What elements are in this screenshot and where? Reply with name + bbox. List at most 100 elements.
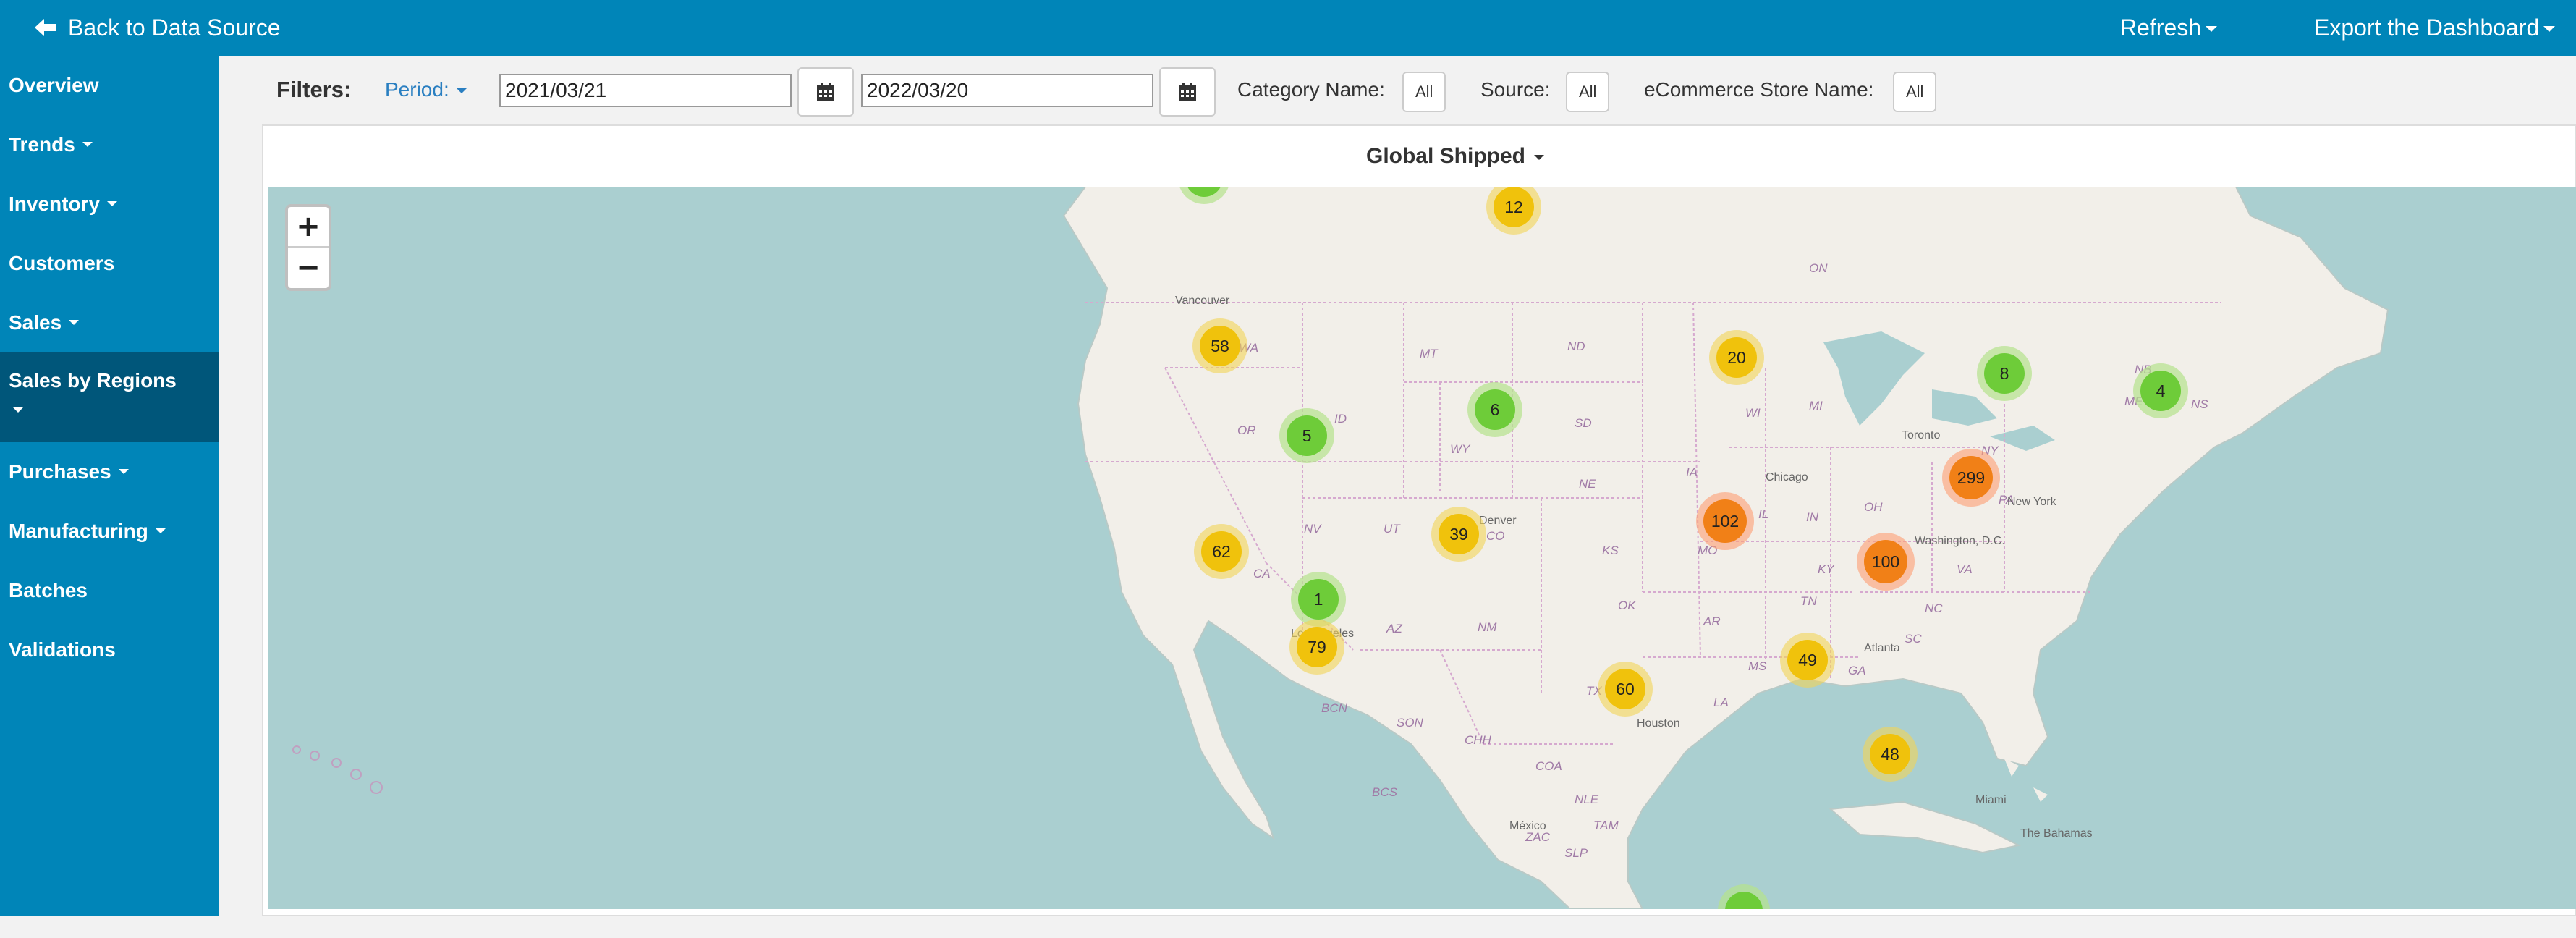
region-label: OH xyxy=(1864,500,1883,514)
city-label: Houston xyxy=(1637,717,1680,730)
global-shipped-dropdown[interactable]: Global Shipped xyxy=(263,126,2575,187)
city-label: Washington, D.C. xyxy=(1915,535,2005,547)
chevron-down-icon xyxy=(2206,26,2218,32)
sidebar-item-sales-by-regions[interactable]: Sales by Regions xyxy=(0,352,219,442)
cluster-marker[interactable]: 6 xyxy=(1467,382,1522,437)
back-to-data-source-link[interactable]: Back to Data Source xyxy=(33,10,280,45)
cluster-count: 8 xyxy=(2000,364,2009,383)
start-date-input[interactable] xyxy=(499,74,792,107)
cluster-marker[interactable]: 60 xyxy=(1598,662,1653,717)
sidebar-item-overview[interactable]: Overview xyxy=(0,56,219,115)
cluster-marker[interactable]: 1 xyxy=(1291,572,1346,627)
region-label: CA xyxy=(1253,567,1271,580)
zoom-out-button[interactable]: − xyxy=(288,248,329,288)
sidebar-item-manufacturing[interactable]: Manufacturing xyxy=(0,502,219,561)
map-canvas[interactable]: ON MT ND WY SD OR ID NV UT NE IA MI WI C… xyxy=(268,187,2576,909)
sidebar-item-validations[interactable]: Validations xyxy=(0,620,219,680)
region-label: WY xyxy=(1450,442,1471,456)
region-label: SLP xyxy=(1564,846,1588,860)
sidebar-item-label: Customers xyxy=(9,252,115,274)
city-label: Chicago xyxy=(1766,471,1808,483)
cluster-marker[interactable]: 49 xyxy=(1780,633,1835,688)
cluster-marker[interactable]: 5 xyxy=(1279,408,1334,463)
sidebar-item-sales[interactable]: Sales xyxy=(0,293,219,352)
export-label: Export the Dashboard xyxy=(2314,14,2540,41)
cluster-count: 39 xyxy=(1449,525,1468,544)
sidebar-item-trends[interactable]: Trends xyxy=(0,115,219,174)
chevron-down-icon xyxy=(155,528,166,534)
sidebar-item-batches[interactable]: Batches xyxy=(0,561,219,620)
panel-title: Global Shipped xyxy=(1365,144,1525,168)
cluster-count: 20 xyxy=(1727,348,1746,367)
region-label: NM xyxy=(1478,620,1497,634)
top-bar: Back to Data Source Refresh Export the D… xyxy=(0,0,2576,56)
cluster-marker[interactable]: 8 xyxy=(1977,346,2032,401)
cluster-marker[interactable]: 62 xyxy=(1194,524,1249,579)
region-label: IL xyxy=(1758,507,1768,521)
chevron-down-icon xyxy=(69,320,80,326)
refresh-label: Refresh xyxy=(2120,14,2202,41)
category-name-select[interactable]: All xyxy=(1402,72,1446,112)
region-label: AR xyxy=(1703,614,1721,628)
region-label: AZ xyxy=(1386,622,1402,635)
city-label: Vancouver xyxy=(1175,295,1230,307)
cluster-marker[interactable]: 20 xyxy=(1709,330,1764,385)
map[interactable]: ON MT ND WY SD OR ID NV UT NE IA MI WI C… xyxy=(268,187,2576,909)
cluster-count: 12 xyxy=(1504,198,1523,216)
region-label: OR xyxy=(1237,423,1256,437)
region-label: SON xyxy=(1397,716,1424,730)
sidebar-item-label: Purchases xyxy=(9,460,111,483)
region-label: TN xyxy=(1800,594,1817,608)
cluster-count: 102 xyxy=(1711,512,1739,531)
city-label: México xyxy=(1509,820,1546,832)
region-label: SD xyxy=(1575,416,1592,430)
sidebar-item-customers[interactable]: Customers xyxy=(0,234,219,293)
sidebar-item-label: Inventory xyxy=(9,193,101,215)
cluster-count: 48 xyxy=(1881,745,1899,764)
region-label: CO xyxy=(1486,529,1505,543)
end-date-input[interactable] xyxy=(861,74,1153,107)
ecommerce-store-select[interactable]: All xyxy=(1893,72,1937,112)
cluster-marker[interactable]: 58 xyxy=(1192,318,1247,373)
city-label: Atlanta xyxy=(1864,642,1900,654)
region-label: ON xyxy=(1809,261,1828,275)
start-date-calendar-button[interactable] xyxy=(797,67,854,117)
cluster-marker[interactable]: 39 xyxy=(1431,507,1486,562)
source-select[interactable]: All xyxy=(1566,72,1610,112)
cluster-marker[interactable]: 79 xyxy=(1289,620,1344,675)
region-label: CHH xyxy=(1465,733,1492,747)
chevron-down-icon xyxy=(456,88,467,93)
filters-title: Filters: xyxy=(276,77,352,102)
chevron-down-icon xyxy=(1534,155,1544,160)
global-shipped-panel: Global Shipped ON MT ND WY SD OR ID NV U… xyxy=(262,124,2576,916)
bottom-strip xyxy=(0,916,2576,938)
region-label: LA xyxy=(1713,696,1729,709)
region-label: BCN xyxy=(1321,701,1348,715)
region-label: COA xyxy=(1535,759,1562,773)
export-dashboard-menu[interactable]: Export the Dashboard xyxy=(2314,10,2556,45)
cluster-marker[interactable]: 102 xyxy=(1696,492,1754,550)
cluster-count: 6 xyxy=(1491,400,1500,419)
region-label: NV xyxy=(1304,522,1322,536)
cluster-count: 60 xyxy=(1616,680,1635,698)
period-dropdown[interactable]: Period: xyxy=(385,78,467,101)
zoom-in-button[interactable]: + xyxy=(288,207,329,248)
end-date-calendar-button[interactable] xyxy=(1159,67,1216,117)
region-label: NE xyxy=(1579,477,1596,491)
sidebar-item-label: Trends xyxy=(9,133,75,156)
sidebar-item-label: Batches xyxy=(9,579,88,601)
cluster-marker[interactable]: 48 xyxy=(1863,727,1918,782)
region-label: MS xyxy=(1748,659,1767,673)
chevron-down-icon xyxy=(82,142,93,148)
sidebar-item-inventory[interactable]: Inventory xyxy=(0,174,219,234)
sidebar: Overview Trends Inventory Customers Sale… xyxy=(0,56,219,916)
region-label: SC xyxy=(1905,632,1922,646)
refresh-menu[interactable]: Refresh xyxy=(2120,10,2218,45)
cluster-marker[interactable]: 299 xyxy=(1942,449,2000,507)
sidebar-item-purchases[interactable]: Purchases xyxy=(0,442,219,502)
cluster-marker[interactable]: 100 xyxy=(1857,533,1915,591)
zoom-control: + − xyxy=(285,204,331,291)
cluster-marker[interactable]: 4 xyxy=(2133,363,2188,418)
region-label: NC xyxy=(1925,601,1943,615)
chevron-down-icon xyxy=(13,407,23,413)
